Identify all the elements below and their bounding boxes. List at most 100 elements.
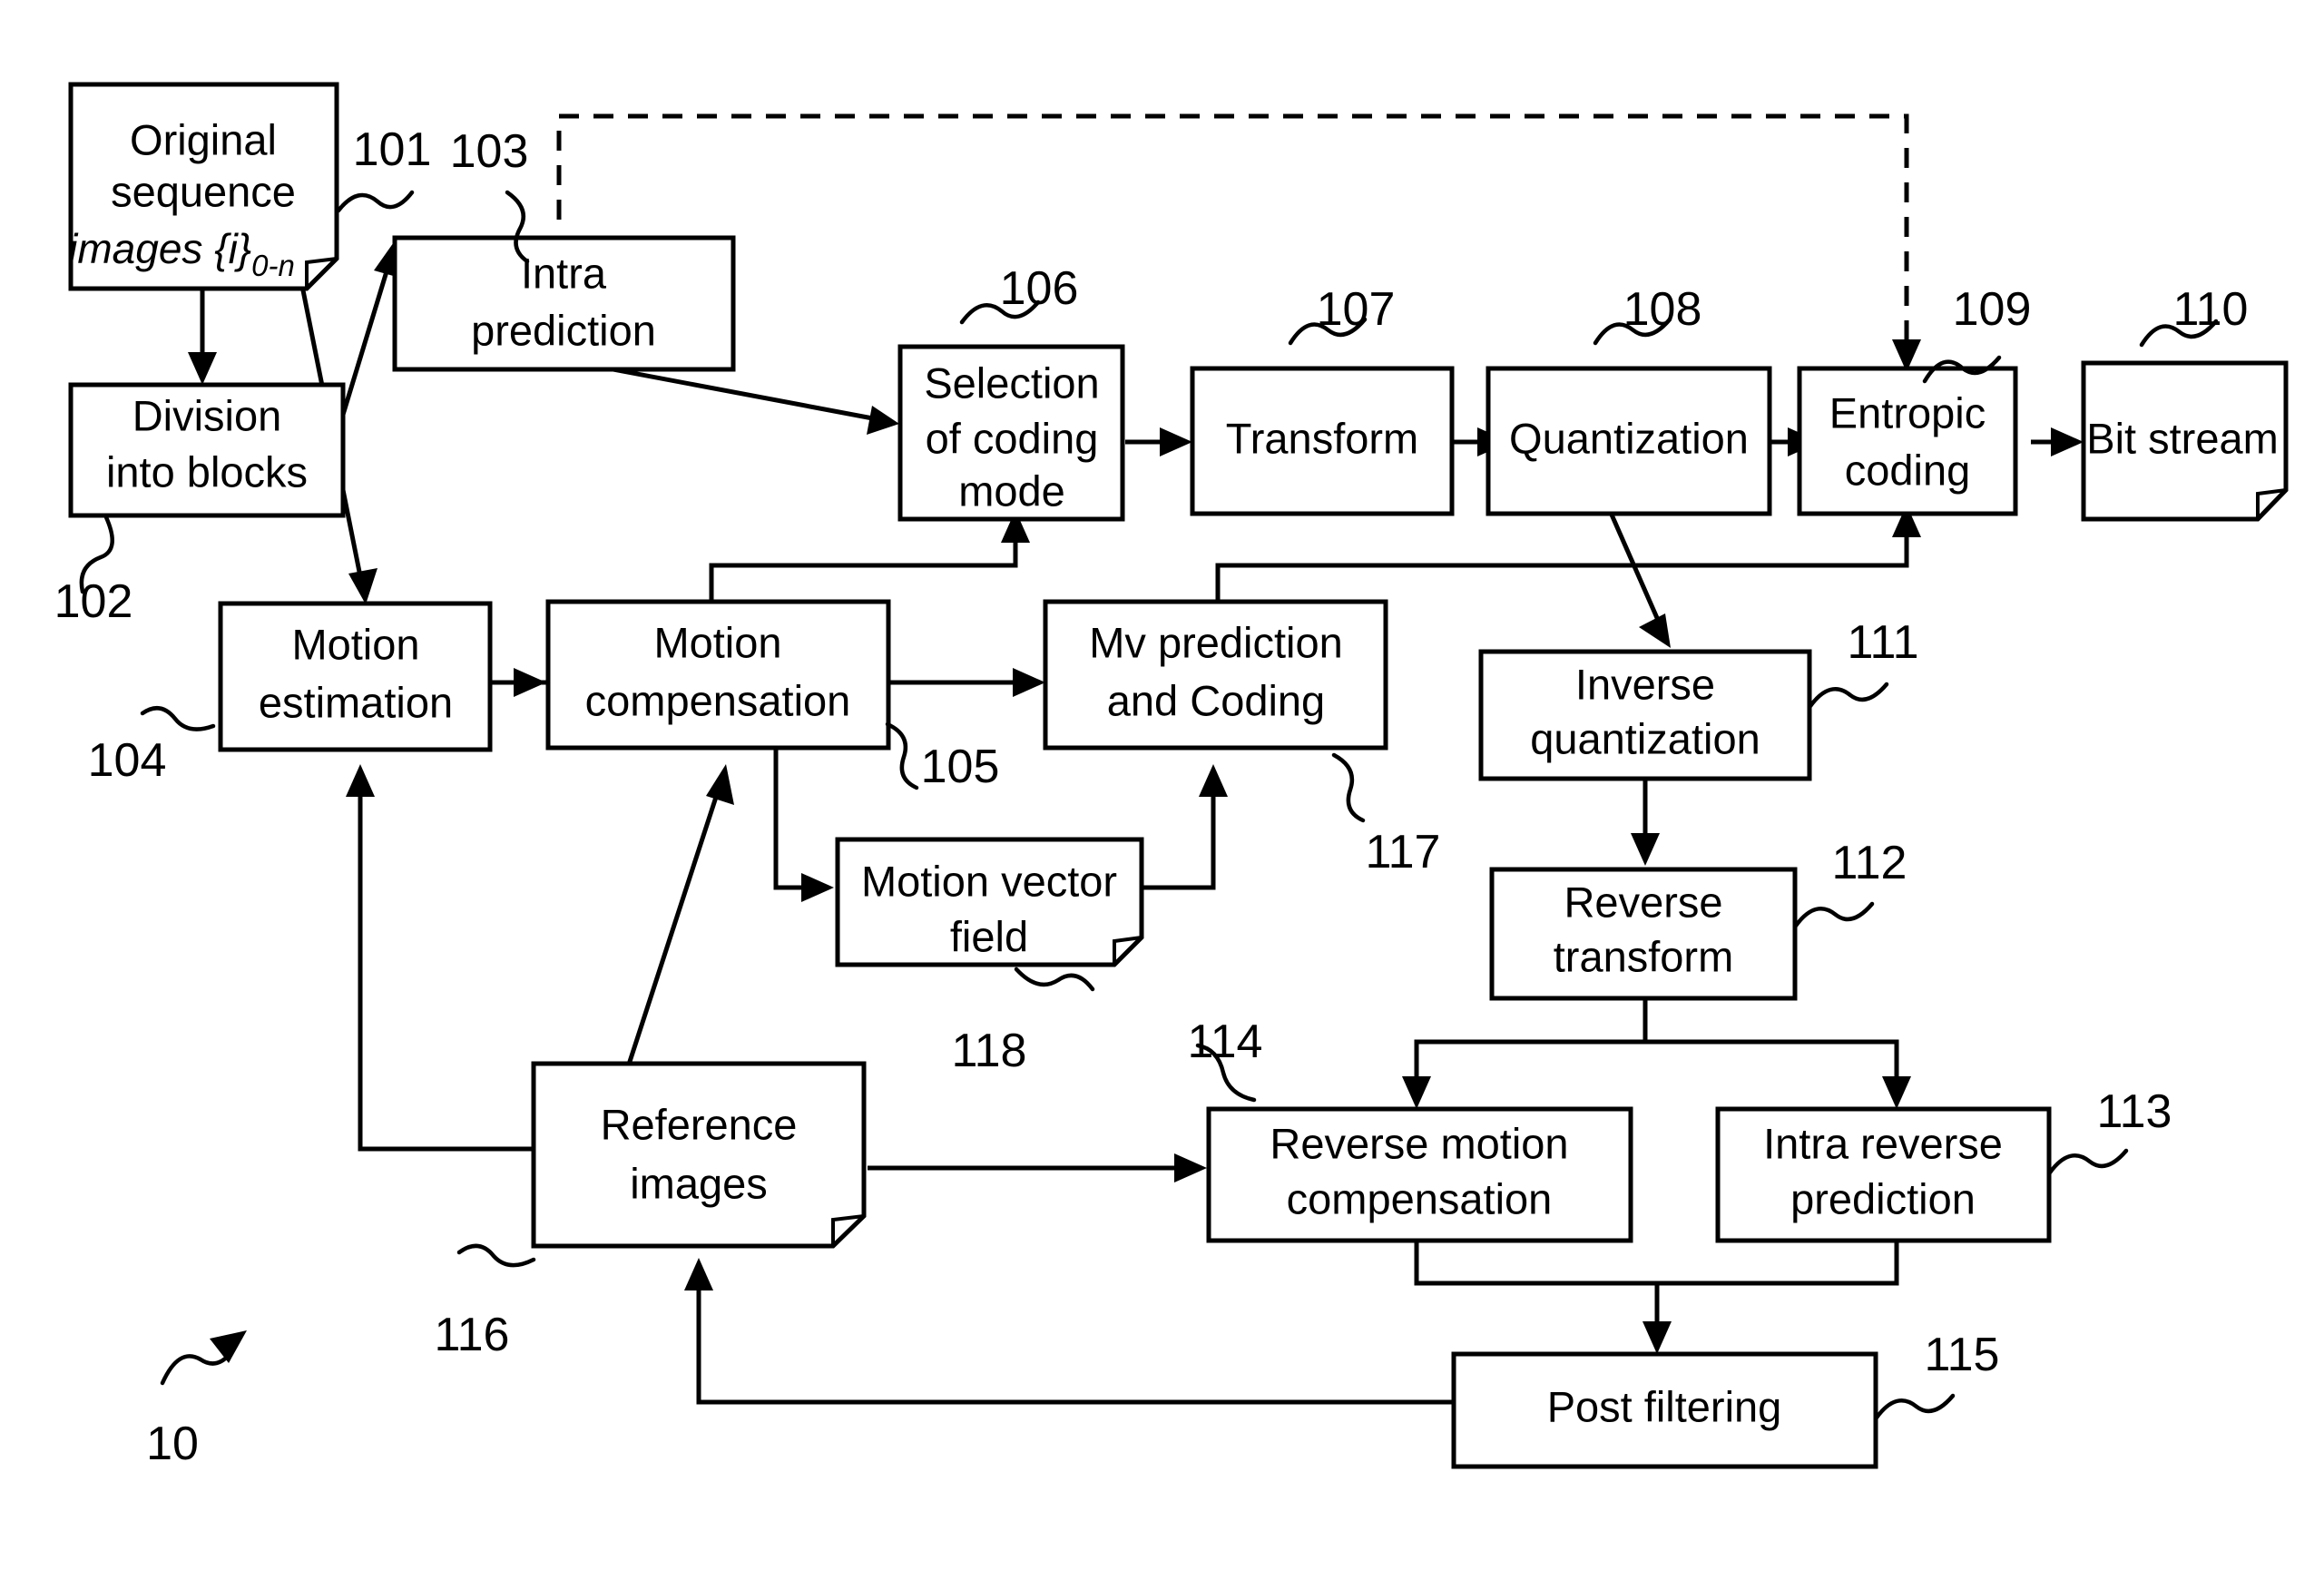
- block-motion-vector-field[interactable]: Motion vector field: [835, 837, 1144, 967]
- block-reference-images[interactable]: Reference images: [531, 1061, 867, 1249]
- connector-mv-prediction-to-entropic: [1215, 505, 1921, 600]
- block-division-into-blocks-line1: Division: [132, 391, 282, 439]
- block-bit-stream[interactable]: Bit stream: [2081, 360, 2289, 522]
- encoder-block-diagram: Original sequence images {i}0-n Division…: [54, 82, 2289, 1470]
- block-intra-reverse-prediction[interactable]: Intra reverse prediction: [1715, 1106, 2052, 1243]
- ref-leader-102: 102: [54, 515, 133, 628]
- ref-number-114: 114: [1188, 1016, 1263, 1068]
- ref-leader-115: 115: [1874, 1329, 2000, 1420]
- block-reverse-motion-compensation[interactable]: Reverse motion compensation: [1206, 1106, 1633, 1243]
- block-entropic-coding-line2: coding: [1845, 446, 1971, 494]
- block-quantization[interactable]: Quantization: [1486, 366, 1772, 516]
- ref-leader-117: 117: [1331, 752, 1441, 878]
- ref-leader-113: 113: [2047, 1085, 2172, 1175]
- block-inverse-quantization-line1: Inverse: [1575, 660, 1715, 708]
- ref-leader-111: 111: [1808, 616, 1919, 709]
- ref-number-115: 115: [1925, 1329, 2000, 1381]
- block-selection-line3: mode: [958, 466, 1065, 515]
- ref-number-109: 109: [1953, 283, 2032, 336]
- ref-leader-112: 112: [1793, 837, 1907, 928]
- connector-reference-images-to-motion-estimation: [346, 764, 534, 1152]
- ref-number-117: 117: [1366, 826, 1441, 878]
- block-division-into-blocks-line2: into blocks: [106, 447, 308, 496]
- block-mv-prediction-line1: Mv prediction: [1089, 618, 1343, 666]
- ref-leader-105: 105: [885, 721, 1000, 793]
- ref-leader-108: 108: [1593, 283, 1702, 346]
- block-original-sequence[interactable]: Original sequence images {i}0-n: [68, 82, 339, 291]
- connector-inverse-quantization-to-reverse-transform: [1631, 776, 1660, 866]
- ref-number-103: 103: [450, 125, 529, 178]
- block-selection-line2: of coding: [926, 414, 1099, 462]
- connector-quantization-to-inverse-quantization: [1605, 505, 1671, 648]
- block-reference-images-line2: images: [630, 1159, 768, 1207]
- block-reverse-transform[interactable]: Reverse transform: [1489, 867, 1798, 1001]
- block-original-sequence-line2: sequence: [111, 167, 296, 215]
- ref-leader-107: 107: [1288, 283, 1396, 346]
- ref-leader-118: 118: [952, 967, 1095, 1077]
- block-bit-stream-label: Bit stream: [2086, 414, 2279, 462]
- ref-number-116: 116: [435, 1309, 510, 1361]
- block-transform-label: Transform: [1226, 414, 1418, 462]
- block-original-sequence-line1: Original: [130, 115, 277, 163]
- connector-reference-images-to-reverse-motion-compensation: [868, 1153, 1207, 1182]
- ref-number-102: 102: [54, 575, 133, 628]
- connector-original-to-division: [188, 289, 217, 385]
- connector-selection-to-transform: [1125, 427, 1192, 456]
- block-division-into-blocks[interactable]: Division into blocks: [68, 382, 346, 518]
- ref-number-112: 112: [1832, 837, 1907, 889]
- connector-reverse-transform-split: [1402, 997, 1911, 1109]
- block-quantization-label: Quantization: [1509, 414, 1749, 462]
- ref-number-105: 105: [921, 741, 1000, 793]
- block-motion-compensation[interactable]: Motion compensation: [545, 599, 891, 751]
- block-mv-prediction-line2: and Coding: [1107, 676, 1325, 724]
- connector-intra-to-entropic-dashed: [556, 113, 1921, 372]
- ref-leader-104: 104: [88, 706, 216, 787]
- block-intra-prediction-line2: prediction: [471, 306, 656, 354]
- connector-reverse-blocks-to-post-filtering: [1414, 1239, 1899, 1354]
- ref-leader-106: 106: [959, 262, 1079, 325]
- block-selection-of-coding-mode[interactable]: Selection of coding mode: [897, 344, 1125, 522]
- ref-number-110: 110: [2173, 283, 2249, 336]
- block-reference-images-line1: Reference: [601, 1100, 798, 1148]
- block-entropic-coding[interactable]: Entropic coding: [1797, 366, 2018, 516]
- block-inverse-quantization-line2: quantization: [1530, 714, 1760, 762]
- connector-motion-compensation-to-mv-field: [773, 748, 834, 902]
- block-reverse-transform-line1: Reverse: [1564, 878, 1722, 926]
- block-post-filtering[interactable]: Post filtering: [1451, 1351, 1878, 1469]
- block-entropic-coding-line1: Entropic: [1829, 388, 1986, 437]
- block-reverse-motion-compensation-line1: Reverse motion: [1270, 1119, 1568, 1167]
- block-motion-vector-field-line1: Motion vector: [861, 857, 1117, 905]
- ref-leader-101: 101: [336, 123, 431, 213]
- block-intra-prediction[interactable]: Intra prediction: [392, 235, 736, 372]
- connector-mv-field-to-mv-prediction: [1133, 764, 1228, 890]
- patent-figure-diagram: Original sequence images {i}0-n Division…: [0, 0, 2324, 1570]
- block-reverse-transform-line2: transform: [1554, 932, 1734, 980]
- block-motion-estimation[interactable]: Motion estimation: [218, 601, 493, 752]
- block-motion-compensation-line1: Motion: [653, 618, 781, 666]
- ref-leader-116: 116: [435, 1243, 536, 1361]
- connector-entropic-to-bitstream: [2031, 427, 2084, 456]
- ref-leader-114: 114: [1188, 1016, 1263, 1103]
- block-motion-estimation-line2: estimation: [259, 678, 453, 726]
- ref-number-figure-10: 10: [146, 1418, 199, 1470]
- block-mv-prediction-and-coding[interactable]: Mv prediction and Coding: [1043, 599, 1388, 751]
- ref-number-111: 111: [1847, 616, 1918, 669]
- ref-number-107: 107: [1317, 283, 1396, 336]
- ref-number-118: 118: [952, 1025, 1027, 1077]
- ref-number-106: 106: [1000, 262, 1079, 315]
- block-motion-estimation-line1: Motion: [291, 620, 419, 668]
- connector-motion-compensation-to-selection: [709, 510, 1030, 600]
- connector-post-filtering-to-reference-images: [684, 1258, 1456, 1405]
- block-intra-prediction-line1: Intra: [521, 249, 607, 297]
- ref-number-104: 104: [88, 734, 167, 787]
- block-intra-reverse-prediction-line1: Intra reverse: [1763, 1119, 2003, 1167]
- block-motion-compensation-line2: compensation: [585, 676, 851, 724]
- block-post-filtering-label: Post filtering: [1547, 1382, 1782, 1430]
- block-selection-line1: Selection: [924, 358, 1099, 407]
- ref-number-108: 108: [1623, 283, 1702, 336]
- block-inverse-quantization[interactable]: Inverse quantization: [1478, 649, 1812, 781]
- block-reverse-motion-compensation-line2: compensation: [1287, 1174, 1553, 1222]
- ref-number-113: 113: [2097, 1085, 2172, 1138]
- connector-reference-images-to-motion-compensation: [623, 764, 734, 1074]
- block-transform[interactable]: Transform: [1190, 366, 1455, 516]
